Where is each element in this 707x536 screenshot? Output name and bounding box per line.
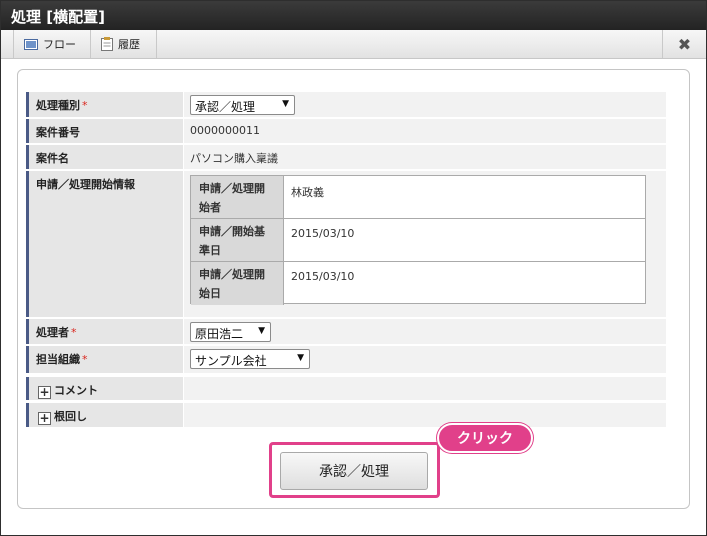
toolbar: フロー 履歴 ✖ bbox=[1, 30, 706, 59]
organization-cell: サンプル会社 ▼ bbox=[184, 346, 666, 373]
dialog-title: 処理 [横配置] bbox=[1, 1, 706, 30]
processor-label: 処理者 * bbox=[26, 319, 183, 344]
process-type-label: 処理種別 * bbox=[26, 92, 183, 117]
start-info-row-label: 申請／開始基 準日 bbox=[191, 219, 284, 261]
row-process-type: 処理種別 * 承認／処理 ▼ bbox=[26, 92, 666, 118]
row-processor: 処理者 * 原田浩二 ▼ bbox=[26, 319, 666, 345]
comment-cell bbox=[184, 377, 666, 400]
click-callout: クリック bbox=[437, 423, 533, 453]
close-button[interactable]: ✖ bbox=[662, 30, 706, 58]
dropdown-arrow-icon: ▼ bbox=[282, 99, 289, 109]
processor-cell: 原田浩二 ▼ bbox=[184, 319, 666, 344]
row-case-name: 案件名 パソコン購入稟議 bbox=[26, 145, 666, 170]
expand-plus-icon: + bbox=[38, 385, 51, 399]
row-organization: 担当組織 * サンプル会社 ▼ bbox=[26, 346, 666, 374]
start-info-row-value: 2015/03/10 bbox=[291, 270, 355, 283]
start-info-cell: 申請／処理開 始者 林政義 申請／開始基 準日 2015/03/10 申請／処理開始… bbox=[184, 171, 666, 317]
expand-plus-icon: + bbox=[38, 411, 51, 425]
processor-select[interactable]: 原田浩二 ▼ bbox=[190, 322, 271, 342]
row-nemawashi: + 根回し bbox=[26, 403, 666, 428]
start-info-row-value: 林政義 bbox=[291, 186, 324, 199]
clipboard-icon bbox=[101, 37, 113, 51]
flow-button[interactable]: フロー bbox=[13, 30, 91, 58]
case-name-label: 案件名 bbox=[26, 145, 183, 169]
start-info-row: 申請／処理開 始日 2015/03/10 bbox=[191, 262, 645, 305]
nemawashi-toggle[interactable]: + 根回し bbox=[26, 403, 183, 427]
start-info-row: 申請／処理開 始者 林政義 bbox=[191, 176, 645, 219]
approve-process-button[interactable]: 承認／処理 bbox=[280, 452, 428, 490]
nemawashi-cell bbox=[184, 403, 666, 427]
flow-icon bbox=[24, 38, 38, 50]
case-name-value: パソコン購入稟議 bbox=[184, 145, 666, 169]
organization-label: 担当組織 * bbox=[26, 346, 183, 373]
required-mark: * bbox=[82, 353, 88, 366]
start-info-row-label: 申請／処理開 始者 bbox=[191, 176, 284, 218]
required-mark: * bbox=[82, 99, 88, 112]
organization-select[interactable]: サンプル会社 ▼ bbox=[190, 349, 310, 369]
flow-label: フロー bbox=[43, 38, 76, 51]
history-button[interactable]: 履歴 bbox=[91, 30, 157, 58]
history-label: 履歴 bbox=[118, 38, 140, 51]
process-dialog: 処理 [横配置] フロー 履歴 ✖ 処理種別 * 承認／処理 ▼ 案件番号 00… bbox=[0, 0, 707, 536]
row-case-number: 案件番号 0000000011 bbox=[26, 119, 666, 144]
process-type-select[interactable]: 承認／処理 ▼ bbox=[190, 95, 295, 115]
dropdown-arrow-icon: ▼ bbox=[258, 326, 265, 336]
dropdown-arrow-icon: ▼ bbox=[297, 353, 304, 363]
required-mark: * bbox=[71, 326, 77, 339]
row-start-info: 申請／処理開始情報 申請／処理開 始者 林政義 申請／開始基 準日 2015/03/… bbox=[26, 171, 666, 318]
process-type-cell: 承認／処理 ▼ bbox=[184, 92, 666, 117]
start-info-table: 申請／処理開 始者 林政義 申請／開始基 準日 2015/03/10 申請／処理開始… bbox=[190, 175, 646, 305]
start-info-label: 申請／処理開始情報 bbox=[26, 171, 183, 317]
start-info-row-value: 2015/03/10 bbox=[291, 227, 355, 240]
close-icon: ✖ bbox=[677, 34, 692, 54]
start-info-row-label: 申請／処理開 始日 bbox=[191, 262, 284, 305]
case-number-value: 0000000011 bbox=[184, 119, 666, 143]
row-comment: + コメント bbox=[26, 377, 666, 401]
comment-toggle[interactable]: + コメント bbox=[26, 377, 183, 400]
start-info-row: 申請／開始基 準日 2015/03/10 bbox=[191, 219, 645, 262]
case-number-label: 案件番号 bbox=[26, 119, 183, 143]
